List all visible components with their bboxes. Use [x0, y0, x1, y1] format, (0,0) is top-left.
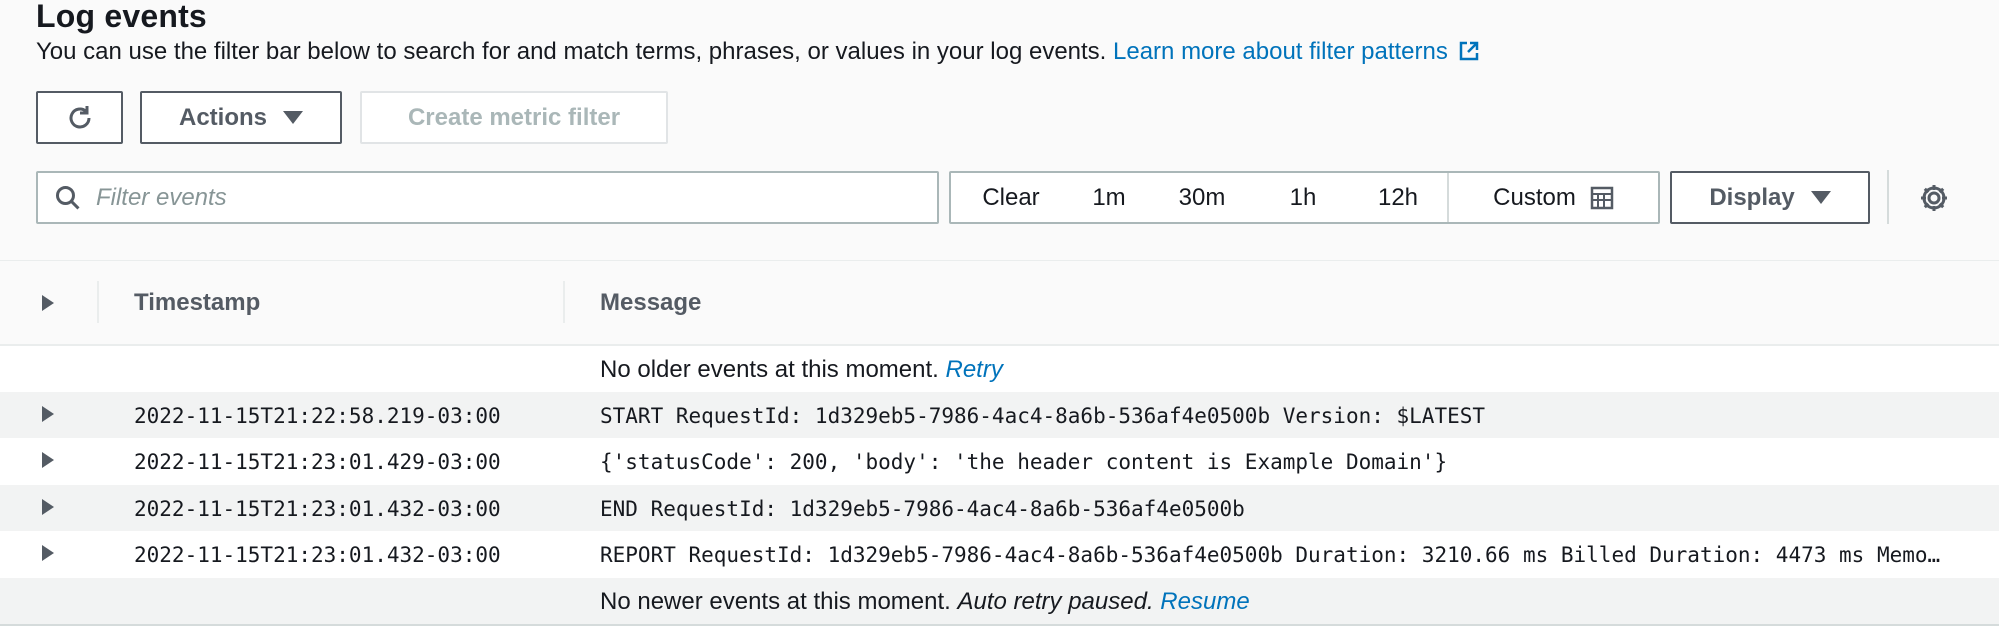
log-events-table: Timestamp Message No older events at thi…: [0, 260, 1999, 633]
older-notice-text: No older events at this moment. Retry: [600, 356, 1003, 384]
caret-down-icon: [1810, 191, 1831, 204]
create-metric-filter-button[interactable]: Create metric filter: [360, 91, 668, 144]
column-divider: [97, 281, 99, 323]
external-link-icon: [1459, 41, 1479, 61]
actions-button[interactable]: Actions: [140, 91, 342, 144]
column-timestamp[interactable]: Timestamp: [134, 289, 260, 317]
time-option-1h[interactable]: 1h: [1257, 173, 1349, 222]
row-timestamp: 2022-11-15T21:23:01.432-03:00: [134, 543, 501, 567]
table-header: Timestamp Message: [0, 261, 1999, 346]
display-label: Display: [1709, 183, 1795, 211]
toolbar-divider: [1887, 170, 1889, 224]
auto-retry-paused-label: Auto retry paused.: [957, 588, 1154, 615]
expand-all-icon[interactable]: [42, 295, 54, 311]
column-message[interactable]: Message: [600, 289, 701, 317]
filter-search-box: [36, 171, 939, 224]
actions-label: Actions: [178, 103, 267, 131]
gear-icon[interactable]: [1918, 182, 1950, 214]
refresh-icon: [69, 105, 90, 128]
learn-more-label: Learn more about filter patterns: [1113, 38, 1448, 65]
row-timestamp: 2022-11-15T21:23:01.429-03:00: [134, 450, 501, 474]
learn-more-link[interactable]: Learn more about filter patterns: [1113, 38, 1480, 65]
row-timestamp: 2022-11-15T21:23:01.432-03:00: [134, 497, 501, 521]
older-notice-label: No older events at this moment.: [600, 356, 939, 383]
filter-events-input[interactable]: [93, 182, 937, 213]
page-description: You can use the filter bar below to sear…: [36, 38, 1480, 66]
time-option-12h[interactable]: 12h: [1349, 173, 1447, 222]
retry-link[interactable]: Retry: [946, 356, 1003, 383]
time-option-clear[interactable]: Clear: [951, 173, 1071, 222]
time-option-30m[interactable]: 30m: [1147, 173, 1257, 222]
calendar-icon: [1590, 186, 1614, 209]
newer-notice-label: No newer events at this moment.: [600, 588, 951, 615]
create-metric-filter-label: Create metric filter: [407, 103, 621, 131]
time-range-selector: Clear 1m 30m 1h 12h Custom: [949, 171, 1660, 224]
row-message: END RequestId: 1d329eb5-7986-4ac4-8a6b-5…: [600, 497, 1245, 521]
display-button[interactable]: Display: [1670, 171, 1870, 224]
caret-down-icon: [283, 111, 303, 124]
newer-notice-text: No newer events at this moment. Auto ret…: [600, 588, 1250, 616]
expand-row-icon[interactable]: [42, 406, 54, 422]
time-option-1m[interactable]: 1m: [1071, 173, 1147, 222]
search-icon: [55, 185, 80, 210]
page-title: Log events: [36, 0, 207, 34]
refresh-button[interactable]: [36, 91, 123, 144]
table-bottom-border: [0, 624, 1999, 626]
time-option-custom[interactable]: Custom: [1447, 173, 1658, 222]
row-message: {'statusCode': 200, 'body': 'the header …: [600, 450, 1448, 474]
row-message: REPORT RequestId: 1d329eb5-7986-4ac4-8a6…: [600, 543, 1945, 567]
older-events-notice: No older events at this moment. Retry: [0, 346, 1999, 392]
expand-row-icon[interactable]: [42, 545, 54, 561]
row-message: START RequestId: 1d329eb5-7986-4ac4-8a6b…: [600, 404, 1486, 428]
custom-label: Custom: [1493, 183, 1576, 211]
description-text: You can use the filter bar below to sear…: [36, 38, 1107, 65]
resume-link[interactable]: Resume: [1160, 588, 1249, 615]
row-timestamp: 2022-11-15T21:22:58.219-03:00: [134, 404, 501, 428]
table-row[interactable]: 2022-11-15T21:22:58.219-03:00 START Requ…: [0, 392, 1999, 438]
expand-row-icon[interactable]: [42, 499, 54, 515]
newer-events-notice: No newer events at this moment. Auto ret…: [0, 578, 1999, 626]
table-row[interactable]: 2022-11-15T21:23:01.429-03:00 {'statusCo…: [0, 438, 1999, 484]
table-row[interactable]: 2022-11-15T21:23:01.432-03:00 REPORT Req…: [0, 531, 1999, 577]
expand-row-icon[interactable]: [42, 452, 54, 468]
column-divider: [563, 281, 565, 323]
table-row[interactable]: 2022-11-15T21:23:01.432-03:00 END Reques…: [0, 485, 1999, 531]
